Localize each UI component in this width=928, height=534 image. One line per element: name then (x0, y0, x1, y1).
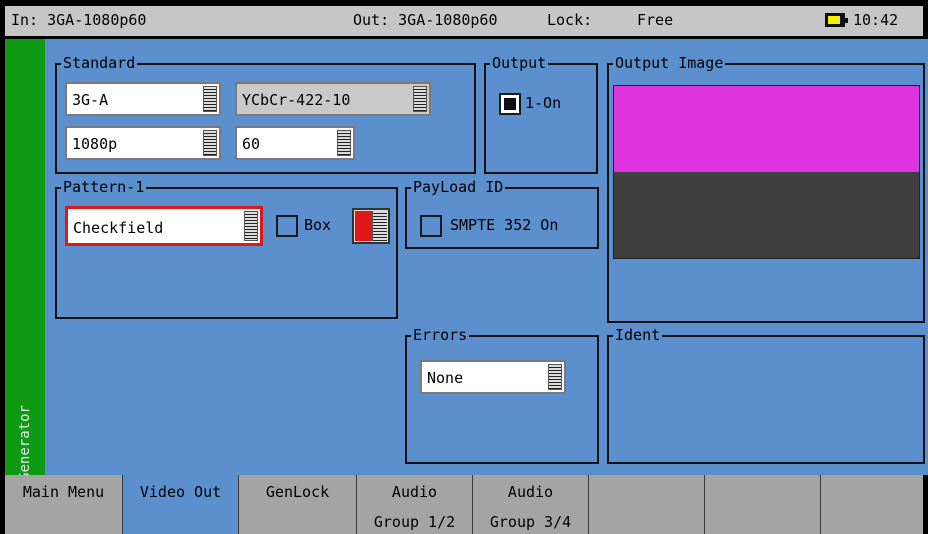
tab-main-menu[interactable]: Main Menu (5, 475, 123, 534)
frame-rate-value: 60 (242, 135, 261, 153)
standard-group-title: Standard (61, 53, 138, 73)
lock-label: Lock: (547, 11, 593, 29)
dropdown-scroll-icon (337, 130, 351, 156)
tab-audio-group-3-4[interactable]: Audio Group 3/4 (473, 475, 589, 534)
main-panel: Standard 3G-A YCbCr-422-10 1080p 60 Outp… (45, 39, 928, 475)
dropdown-scroll-icon (372, 211, 387, 241)
color-format-dropdown[interactable]: YCbCr-422-10 (235, 82, 431, 116)
errors-group-title: Errors (411, 325, 470, 345)
dropdown-scroll-icon (548, 364, 562, 390)
output-image-group: Output Image (607, 53, 925, 323)
format-dropdown[interactable]: 1080p (65, 126, 221, 160)
clock: 10:42 (853, 11, 899, 29)
generator-screen: In: 3GA-1080p60 Out: 3GA-1080p60 Lock: F… (0, 0, 928, 534)
pattern-dropdown[interactable]: Checkfield (65, 206, 263, 246)
payload-id-group: PayLoad ID SMPTE 352 On (405, 177, 599, 249)
input-format-status: In: 3GA-1080p60 (11, 11, 147, 29)
dropdown-scroll-icon (244, 211, 258, 241)
pattern-group-title: Pattern-1 (61, 177, 147, 197)
standard-group: Standard 3G-A YCbCr-422-10 1080p 60 (55, 53, 476, 174)
output-format-status: Out: 3GA-1080p60 (353, 11, 498, 29)
ident-group: Ident (607, 325, 925, 464)
output-enable-checkbox[interactable] (499, 93, 521, 115)
output-enable-label: 1-On (525, 94, 562, 112)
tab-audio-group-1-2[interactable]: Audio Group 1/2 (357, 475, 473, 534)
tab-genlock[interactable]: GenLock (239, 475, 357, 534)
interface-value: 3G-A (72, 91, 109, 109)
dropdown-scroll-icon (203, 130, 217, 156)
box-color-picker[interactable] (352, 208, 390, 244)
pattern-group: Pattern-1 Checkfield Box (55, 177, 398, 319)
dropdown-scroll-icon (203, 86, 217, 112)
function-tab-bar: Main Menu Video Out GenLock Audio Group 1… (5, 475, 923, 534)
output-group-title: Output (490, 53, 549, 73)
output-image-title: Output Image (613, 53, 726, 73)
box-checkbox[interactable] (276, 215, 298, 237)
payload-id-title: PayLoad ID (411, 177, 506, 197)
tab-empty-6[interactable] (589, 475, 705, 534)
color-format-value: YCbCr-422-10 (242, 91, 351, 109)
format-value: 1080p (72, 135, 118, 153)
errors-value: None (427, 369, 464, 387)
errors-dropdown[interactable]: None (420, 360, 566, 394)
smpte-352-checkbox[interactable] (420, 215, 442, 237)
lock-status: Free (637, 11, 674, 29)
mode-sidebar[interactable]: Generator (5, 39, 45, 481)
tab-empty-8[interactable] (821, 475, 923, 534)
frame-rate-dropdown[interactable]: 60 (235, 126, 355, 160)
tab-video-out[interactable]: Video Out (123, 475, 239, 534)
battery-icon (825, 13, 848, 27)
interface-dropdown[interactable]: 3G-A (65, 82, 221, 116)
pattern-value: Checkfield (73, 219, 164, 237)
errors-group: Errors None (405, 325, 599, 464)
output-group: Output 1-On (484, 53, 598, 174)
status-bar: In: 3GA-1080p60 Out: 3GA-1080p60 Lock: F… (5, 6, 923, 36)
output-image-preview (613, 85, 920, 259)
box-label: Box (304, 216, 332, 234)
dropdown-scroll-icon (413, 86, 427, 112)
smpte-352-label: SMPTE 352 On (450, 216, 559, 234)
tab-empty-7[interactable] (705, 475, 821, 534)
ident-group-title: Ident (613, 325, 663, 345)
